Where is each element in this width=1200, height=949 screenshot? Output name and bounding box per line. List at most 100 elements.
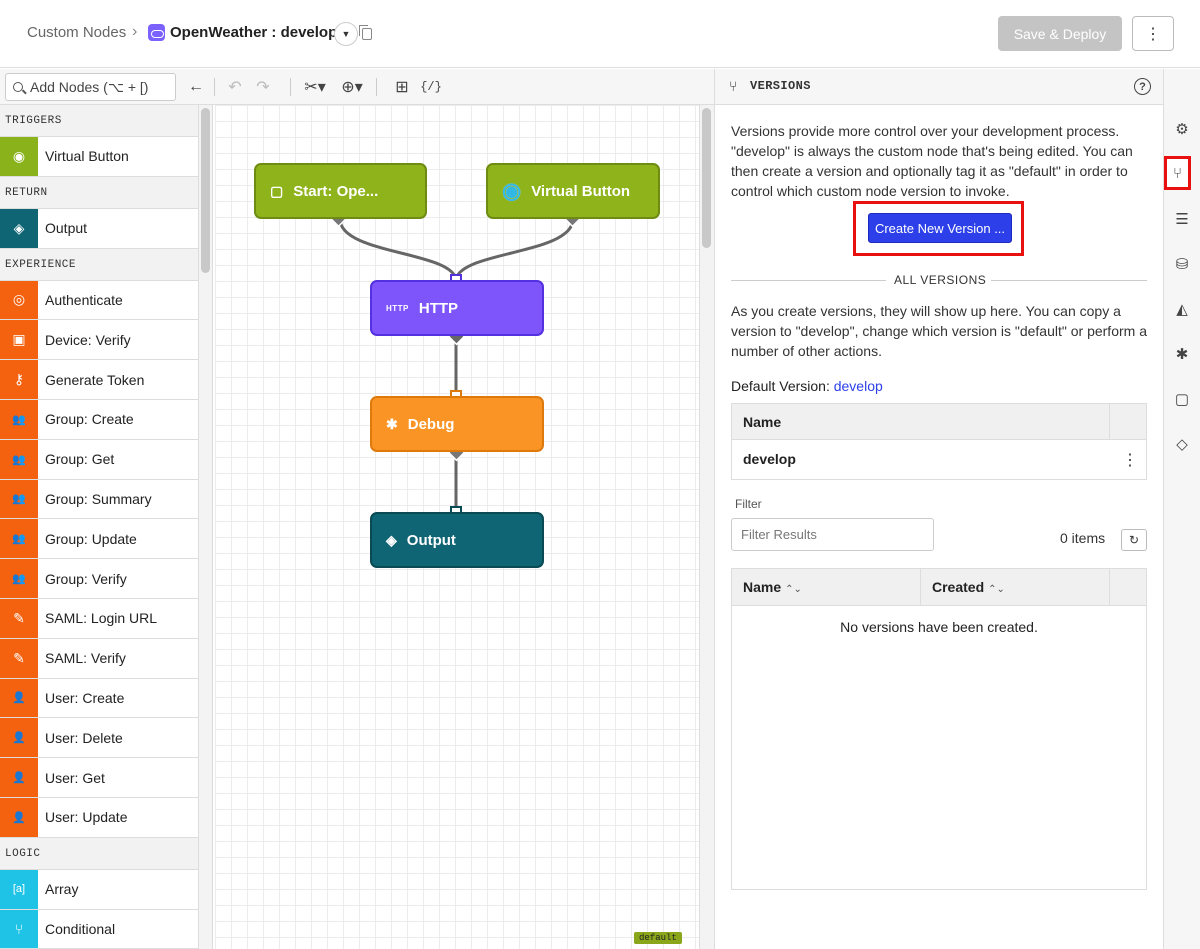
- palette-node-label: Output: [45, 220, 88, 237]
- key-icon: ⚷: [0, 360, 38, 399]
- branch-icon[interactable]: ⑂: [1164, 156, 1191, 190]
- zoom-icon[interactable]: ⊕▾: [338, 77, 366, 97]
- palette-node-item[interactable]: 👥 Group: Get: [0, 439, 198, 480]
- palette-node-label: Conditional: [45, 920, 116, 937]
- column-divider: [1109, 569, 1110, 606]
- column-name-label: Name: [743, 579, 782, 595]
- save-deploy-button[interactable]: Save & Deploy: [998, 16, 1122, 51]
- filter-input[interactable]: [731, 518, 934, 551]
- version-name: develop: [743, 451, 796, 467]
- virtual-button-icon: ◉: [0, 137, 38, 176]
- http-icon: HTTP: [386, 303, 409, 313]
- palette-node-label: SAML: Verify: [45, 650, 126, 667]
- flow-node-label: HTTP: [418, 299, 459, 317]
- palette-node-label: Group: Create: [45, 411, 134, 428]
- palette-node-label: Group: Verify: [45, 570, 127, 587]
- palette-node-item[interactable]: ◈ Output: [0, 208, 198, 249]
- breadcrumb-custom-nodes[interactable]: Custom Nodes: [27, 24, 126, 41]
- gear-icon[interactable]: ⚙: [1172, 119, 1192, 139]
- row-menu-icon[interactable]: ⋮: [1122, 450, 1138, 470]
- palette-node-item[interactable]: ◉ Virtual Button: [0, 137, 198, 177]
- flow-node-label: Virtual Button: [531, 182, 631, 200]
- palette-node-label: User: Get: [45, 769, 105, 786]
- user-add-icon: 👤: [0, 678, 38, 718]
- versions-panel: ⑂ VERSIONS ? Versions provide more contr…: [714, 69, 1164, 949]
- default-version-link[interactable]: develop: [834, 378, 883, 394]
- palette-node-item[interactable]: ▣ Device: Verify: [0, 320, 198, 361]
- palette-node-item[interactable]: 👤 User: Create: [0, 678, 198, 719]
- column-name[interactable]: Name ⌃⌄: [743, 579, 802, 595]
- palette-node-item[interactable]: ✎ SAML: Verify: [0, 638, 198, 679]
- table-header: Name: [732, 404, 1146, 440]
- palette-node-item[interactable]: 👤 User: Update: [0, 797, 198, 838]
- palette-node-label: Group: Update: [45, 530, 137, 547]
- default-version: Default Version: develop: [731, 378, 883, 394]
- bug-icon[interactable]: ✱: [1172, 344, 1192, 364]
- flow-node-http[interactable]: HTTP HTTP: [370, 280, 544, 336]
- search-input[interactable]: [30, 77, 175, 97]
- wire-vb-http: [454, 218, 575, 282]
- group-icon: 👥: [0, 559, 38, 598]
- palette-node-item[interactable]: ✎ SAML: Login URL: [0, 598, 198, 639]
- palette-node-item[interactable]: 👤 User: Delete: [0, 718, 198, 759]
- palette-node-item[interactable]: 👥 Group: Summary: [0, 479, 198, 520]
- refresh-button[interactable]: ↻: [1121, 529, 1147, 551]
- filter-label: Filter: [735, 497, 762, 511]
- chevron-down-icon: ▼: [341, 29, 351, 39]
- version-dropdown-button[interactable]: ▼: [334, 22, 358, 46]
- flow-node-start[interactable]: ▢ Start: Ope...: [254, 163, 427, 219]
- diamond-icon[interactable]: ◇: [1172, 434, 1192, 454]
- redo-icon[interactable]: ↷: [254, 77, 272, 97]
- create-new-version-button[interactable]: Create New Version ...: [868, 213, 1012, 243]
- palette-node-label: Array: [45, 881, 79, 898]
- column-created[interactable]: Created ⌃⌄: [932, 579, 1005, 595]
- output-icon: ◈: [386, 531, 397, 548]
- copy-icon[interactable]: [359, 25, 372, 40]
- square-icon[interactable]: ▢: [1172, 389, 1192, 409]
- palette-node-label: User: Create: [45, 689, 125, 706]
- flow-node-vb[interactable]: ◉ Virtual Button: [486, 163, 660, 219]
- chip-icon: ▣: [0, 320, 38, 360]
- palette-node-item[interactable]: 👥 Group: Verify: [0, 559, 198, 599]
- palette-node-label: Group: Get: [45, 451, 115, 468]
- wire-start-http: [338, 218, 458, 282]
- palette-node-item[interactable]: [a] Array: [0, 869, 198, 910]
- scissors-icon[interactable]: ✂▾: [302, 77, 328, 97]
- palette-node-item[interactable]: 👥 Group: Create: [0, 399, 198, 440]
- palette-node-label: Device: Verify: [45, 331, 131, 348]
- palette-node-item[interactable]: 👥 Group: Update: [0, 519, 198, 560]
- add-nodes-search[interactable]: [5, 73, 176, 101]
- expression-icon[interactable]: {/}: [420, 77, 442, 97]
- help-icon[interactable]: ?: [1134, 78, 1151, 95]
- chart-icon[interactable]: ◭: [1172, 299, 1192, 319]
- fingerprint-icon: ◎: [0, 280, 38, 320]
- list-icon[interactable]: ☰: [1172, 209, 1192, 229]
- palette-node-item[interactable]: ◎ Authenticate: [0, 280, 198, 321]
- database-icon[interactable]: ⛁: [1172, 254, 1192, 274]
- palette-node-item[interactable]: ⚷ Generate Token: [0, 360, 198, 400]
- branch-icon: ⑂: [0, 909, 38, 949]
- palette-node-label: SAML: Login URL: [45, 610, 158, 627]
- collapse-left-icon[interactable]: ←: [188, 77, 204, 97]
- all-versions-label: ALL VERSIONS: [894, 273, 987, 287]
- flow-node-label: Start: Ope...: [293, 182, 379, 200]
- canvas-scrollbar[interactable]: [702, 108, 711, 248]
- more-options-button[interactable]: ⋮: [1132, 16, 1174, 51]
- items-count: 0 items: [1060, 530, 1106, 546]
- palette-scrollbar[interactable]: [201, 108, 210, 273]
- palette-node-label: Group: Summary: [45, 490, 152, 507]
- flow-node-debug[interactable]: ✱ Debug: [370, 396, 544, 452]
- palette-node-item[interactable]: 👤 User: Get: [0, 758, 198, 798]
- search-icon: [13, 82, 23, 92]
- table-row[interactable]: develop ⋮: [732, 440, 1146, 480]
- column-name: Name: [743, 414, 782, 430]
- square-icon: ▢: [270, 182, 284, 199]
- palette-node-item[interactable]: ⑂ Conditional: [0, 909, 198, 949]
- workflow-canvas[interactable]: ▢ Start: Ope... ◉ Virtual Button HTTP HTTP ✱ De…: [215, 105, 699, 949]
- group-search-icon: 👥: [0, 439, 38, 479]
- undo-icon[interactable]: ↶: [226, 77, 244, 97]
- add-comment-icon[interactable]: ⊞: [392, 77, 412, 97]
- toolbar-divider: [376, 78, 377, 96]
- flow-node-output[interactable]: ◈ Output: [370, 512, 544, 568]
- saml-verify-icon: ✎: [0, 638, 38, 678]
